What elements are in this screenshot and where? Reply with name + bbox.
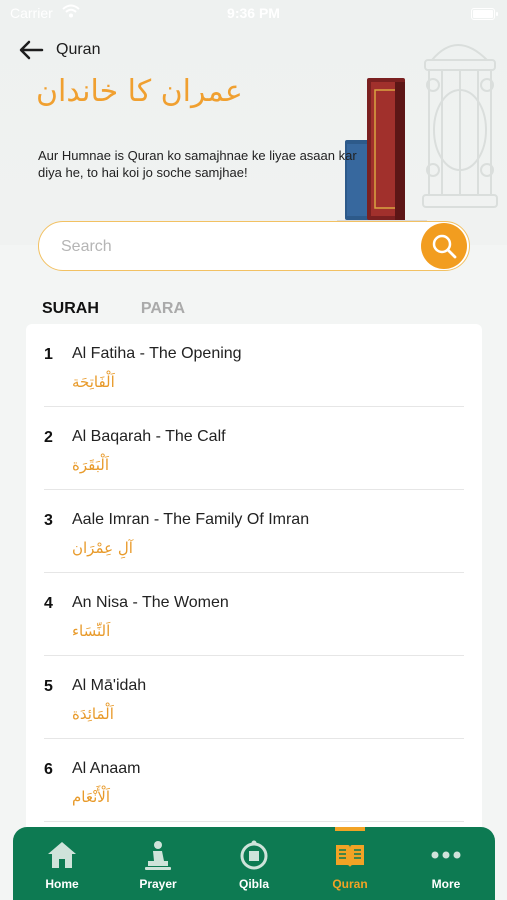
search-icon	[432, 234, 457, 259]
surah-name: Al Anaam	[72, 760, 141, 777]
battery-icon	[471, 8, 498, 20]
surah-name: Al Fatiha - The Opening	[72, 345, 242, 362]
divider	[44, 821, 464, 822]
nav-qibla-label: Qibla	[238, 877, 269, 891]
header-banner	[0, 0, 507, 245]
compass-icon	[240, 840, 268, 870]
page-title: Quran	[56, 41, 101, 58]
nav-prayer-label: Prayer	[139, 877, 177, 891]
nav-prayer[interactable]: Prayer	[110, 827, 206, 900]
nav-home-label: Home	[45, 877, 79, 891]
bottom-tab-bar: Home Prayer Qibla Quran More	[13, 827, 495, 900]
top-nav: Quran	[18, 38, 100, 62]
quran-books-illustration	[337, 44, 498, 226]
nav-quran-label: Quran	[332, 877, 368, 891]
home-icon	[48, 842, 76, 868]
clock: 9:36 PM	[227, 5, 280, 21]
surah-name: Aale Imran - The Family Of Imran	[72, 511, 310, 528]
search-bar	[38, 221, 470, 271]
list-item[interactable]: 1 Al Fatiha - The Opening اَلْفَاتِحَة	[26, 324, 482, 407]
arrow-left-icon[interactable]	[18, 39, 44, 61]
nav-qibla[interactable]: Qibla	[206, 827, 302, 900]
surah-number: 3	[44, 512, 53, 529]
surah-arabic-name: اَلْمَائِدَة	[72, 705, 114, 723]
surah-name: Al Baqarah - The Calf	[72, 428, 226, 445]
nav-more-label: More	[431, 877, 461, 891]
surah-arabic-name: آلِ عِمْرَان	[72, 539, 133, 557]
surah-name: An Nisa - The Women	[72, 594, 229, 611]
surah-list: 1 Al Fatiha - The Opening اَلْفَاتِحَة 2…	[26, 324, 482, 844]
search-button[interactable]	[421, 223, 467, 269]
surah-arabic-name: اَلْبَقَرَة	[72, 456, 109, 474]
list-item[interactable]: 2 Al Baqarah - The Calf اَلْبَقَرَة	[26, 407, 482, 490]
nav-home[interactable]: Home	[14, 827, 110, 900]
search-input[interactable]	[61, 234, 411, 260]
quran-book-icon	[336, 845, 364, 867]
nav-quran[interactable]: Quran	[302, 827, 398, 900]
surah-arabic-name: اَلنِّسَاء	[72, 622, 111, 640]
surah-name: Al Mā'idah	[72, 677, 147, 694]
surah-number: 2	[44, 429, 53, 446]
status-bar: Carrier 9:36 PM	[0, 0, 507, 28]
surah-arabic-name: اَلْفَاتِحَة	[72, 373, 115, 391]
nav-more[interactable]: More	[398, 827, 494, 900]
prayer-icon	[145, 841, 171, 870]
urdu-heading: عمران کا خاندان	[36, 74, 243, 109]
list-item[interactable]: 4 An Nisa - The Women اَلنِّسَاء	[26, 573, 482, 656]
tagline: Aur Humnae is Quran ko samajhnae ke liya…	[38, 148, 357, 180]
surah-number: 4	[44, 595, 53, 612]
list-item[interactable]: 6 Al Anaam اَلْأَنْعَام	[26, 739, 482, 822]
surah-arabic-name: اَلْأَنْعَام	[72, 788, 110, 806]
list-item[interactable]: 3 Aale Imran - The Family Of Imran آلِ ع…	[26, 490, 482, 573]
surah-number: 6	[44, 761, 53, 778]
list-item[interactable]: 5 Al Mā'idah اَلْمَائِدَة	[26, 656, 482, 739]
more-dots-icon	[431, 851, 461, 859]
surah-number: 1	[44, 346, 53, 363]
surah-number: 5	[44, 678, 53, 695]
